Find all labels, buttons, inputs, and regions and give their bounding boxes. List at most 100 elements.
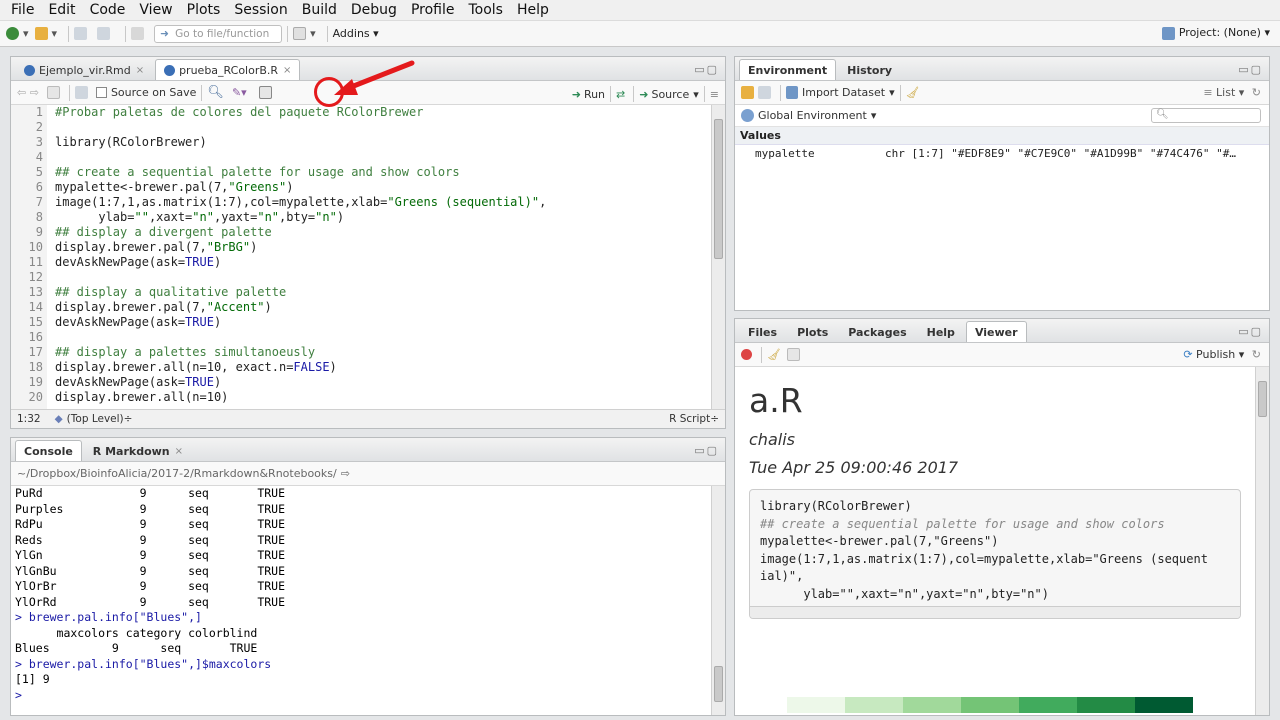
viewer-toolbar: 🧹︎ ⟳ Publish ▾ ↻: [735, 343, 1269, 367]
pane-window-buttons[interactable]: ▭▢: [694, 63, 719, 76]
code-chunk-hscrollbar[interactable]: [750, 606, 1240, 618]
tab-plots[interactable]: Plots: [788, 321, 837, 342]
project-menu[interactable]: Project: (None) ▾: [1161, 26, 1270, 40]
show-in-window-icon[interactable]: [46, 86, 60, 99]
toolbar-divider: [761, 346, 762, 363]
menu-debug[interactable]: Debug: [351, 2, 397, 18]
source-code[interactable]: #Probar paletas de colores del paquete R…: [55, 105, 711, 405]
tab-environment[interactable]: Environment: [739, 59, 837, 80]
grid-layout-button[interactable]: ▾: [293, 27, 316, 40]
rerun-icon[interactable]: ⇄: [616, 88, 625, 101]
close-icon[interactable]: ×: [175, 446, 183, 457]
tab-rmarkdown[interactable]: R Markdown ×: [84, 440, 192, 461]
scroll-thumb[interactable]: [1258, 381, 1267, 417]
line-number: 10: [28, 240, 43, 254]
viewer-scrollbar[interactable]: [1255, 367, 1269, 715]
back-forward-icon[interactable]: ⇦ ⇨: [17, 86, 39, 99]
menu-tools[interactable]: Tools: [468, 2, 503, 18]
console-output[interactable]: PuRd 9 seq TRUE Purples 9 seq TRUE RdPu 9 …: [11, 486, 711, 715]
line-number: 15: [28, 315, 43, 329]
env-variable-row[interactable]: mypalette chr [1:7] "#EDF8E9" "#C7E9C0" …: [735, 145, 1269, 163]
menu-code[interactable]: Code: [90, 2, 126, 18]
menu-profile[interactable]: Profile: [411, 2, 455, 18]
console-line: Reds 9 seq TRUE: [15, 532, 286, 547]
toolbar-divider: [287, 25, 289, 42]
menu-session[interactable]: Session: [234, 2, 287, 18]
tab-label: Packages: [848, 325, 907, 339]
tab-help[interactable]: Help: [918, 321, 964, 342]
print-button[interactable]: [131, 27, 148, 40]
code-editor[interactable]: 1 2 3 4 5 6 7 8 9 10 11 12 13 14 15 16 17 18 19 20 #Probar …: [11, 105, 711, 409]
menu-edit[interactable]: Edit: [48, 2, 75, 18]
palette-swatch: [961, 697, 1019, 713]
scroll-thumb[interactable]: [714, 666, 723, 702]
pane-window-buttons[interactable]: ▭▢: [1238, 325, 1263, 338]
global-env-icon: [741, 109, 754, 122]
save-icon[interactable]: [758, 86, 771, 99]
addins-button[interactable]: Addins ▾: [333, 27, 379, 40]
menu-build[interactable]: Build: [302, 2, 337, 18]
import-dataset-button[interactable]: Import Dataset: [802, 86, 885, 99]
outline-icon[interactable]: ≡: [710, 88, 719, 101]
magic-wand-icon[interactable]: ✎▾: [232, 86, 247, 99]
main-toolbar: ▾ ▾ ➜ Go to file/function ▾ Addins ▾ Proj…: [0, 21, 1280, 47]
menu-help[interactable]: Help: [517, 2, 549, 18]
menu-file[interactable]: File: [11, 2, 34, 18]
open-project-button[interactable]: ▾: [34, 27, 57, 40]
save-icon[interactable]: [74, 86, 88, 99]
goto-file-input[interactable]: ➜ Go to file/function: [154, 24, 283, 43]
search-icon[interactable]: 🔍︎: [207, 85, 224, 100]
tab-history[interactable]: History: [838, 59, 901, 80]
global-env-dropdown[interactable]: Global Environment: [758, 109, 867, 122]
goto-directory-icon[interactable]: ⇨: [341, 467, 350, 480]
show-in-window-icon[interactable]: [786, 348, 800, 361]
values-section-header: Values: [735, 127, 1269, 145]
source-button[interactable]: Source: [651, 88, 689, 101]
env-search-input[interactable]: 🔍︎: [1151, 108, 1261, 123]
menu-bar: File Edit Code View Plots Session Build …: [0, 0, 1280, 21]
tab-files[interactable]: Files: [739, 321, 786, 342]
load-workspace-icon[interactable]: [741, 86, 754, 99]
pane-window-buttons[interactable]: ▭▢: [1238, 63, 1263, 76]
tab-viewer[interactable]: Viewer: [965, 321, 1027, 342]
save-all-button[interactable]: [97, 27, 114, 40]
line-number: 1: [35, 105, 43, 119]
menu-plots[interactable]: Plots: [187, 2, 221, 18]
tab-prueba-r[interactable]: prueba_RColorB.R ×: [155, 59, 301, 80]
close-icon[interactable]: ×: [136, 65, 144, 76]
list-view-button[interactable]: List: [1216, 86, 1235, 99]
close-icon[interactable]: ×: [283, 65, 291, 76]
editor-scrollbar[interactable]: [711, 105, 725, 409]
broom-icon[interactable]: 🧹︎: [906, 86, 920, 99]
compile-report-icon[interactable]: [258, 86, 272, 99]
code-chunk-line: ylab="",xaxt="n",yaxt="n",bty="n"): [760, 586, 1049, 601]
tab-ejemplo-rmd[interactable]: Ejemplo_vir.Rmd ×: [15, 59, 153, 80]
broom-icon[interactable]: 🧹︎: [767, 348, 781, 361]
scope-label[interactable]: (Top Level): [67, 413, 124, 425]
stop-icon[interactable]: [741, 349, 752, 360]
toolbar-divider: [326, 25, 328, 42]
console-scrollbar[interactable]: [711, 486, 725, 715]
tab-packages[interactable]: Packages: [839, 321, 915, 342]
source-on-save-checkbox[interactable]: [95, 87, 107, 98]
publish-button[interactable]: Publish: [1196, 348, 1235, 361]
editor-statusbar: 1:32 ◆ (Top Level) ÷ R Script ÷: [11, 409, 725, 428]
run-button[interactable]: Run: [584, 88, 605, 101]
refresh-icon[interactable]: ↻: [1252, 86, 1261, 99]
console-line: > brewer.pal.info["Blues",]: [15, 610, 202, 624]
pane-window-buttons[interactable]: ▭▢: [694, 444, 719, 457]
filetype-label[interactable]: R Script: [669, 413, 710, 425]
tab-console[interactable]: Console: [15, 440, 82, 461]
palette-swatch: [1135, 697, 1193, 713]
chevron-down-icon[interactable]: ▾: [693, 88, 699, 101]
line-number: 3: [35, 135, 43, 149]
save-button[interactable]: [74, 27, 91, 40]
menu-view[interactable]: View: [139, 2, 172, 18]
scroll-thumb[interactable]: [714, 119, 723, 259]
new-file-button[interactable]: ▾: [6, 27, 29, 40]
console-line: [1] 9: [15, 672, 50, 686]
refresh-icon[interactable]: ↻: [1252, 348, 1261, 361]
line-number: 17: [28, 345, 43, 359]
r-file-icon: [164, 64, 176, 76]
toolbar-divider: [125, 25, 127, 42]
